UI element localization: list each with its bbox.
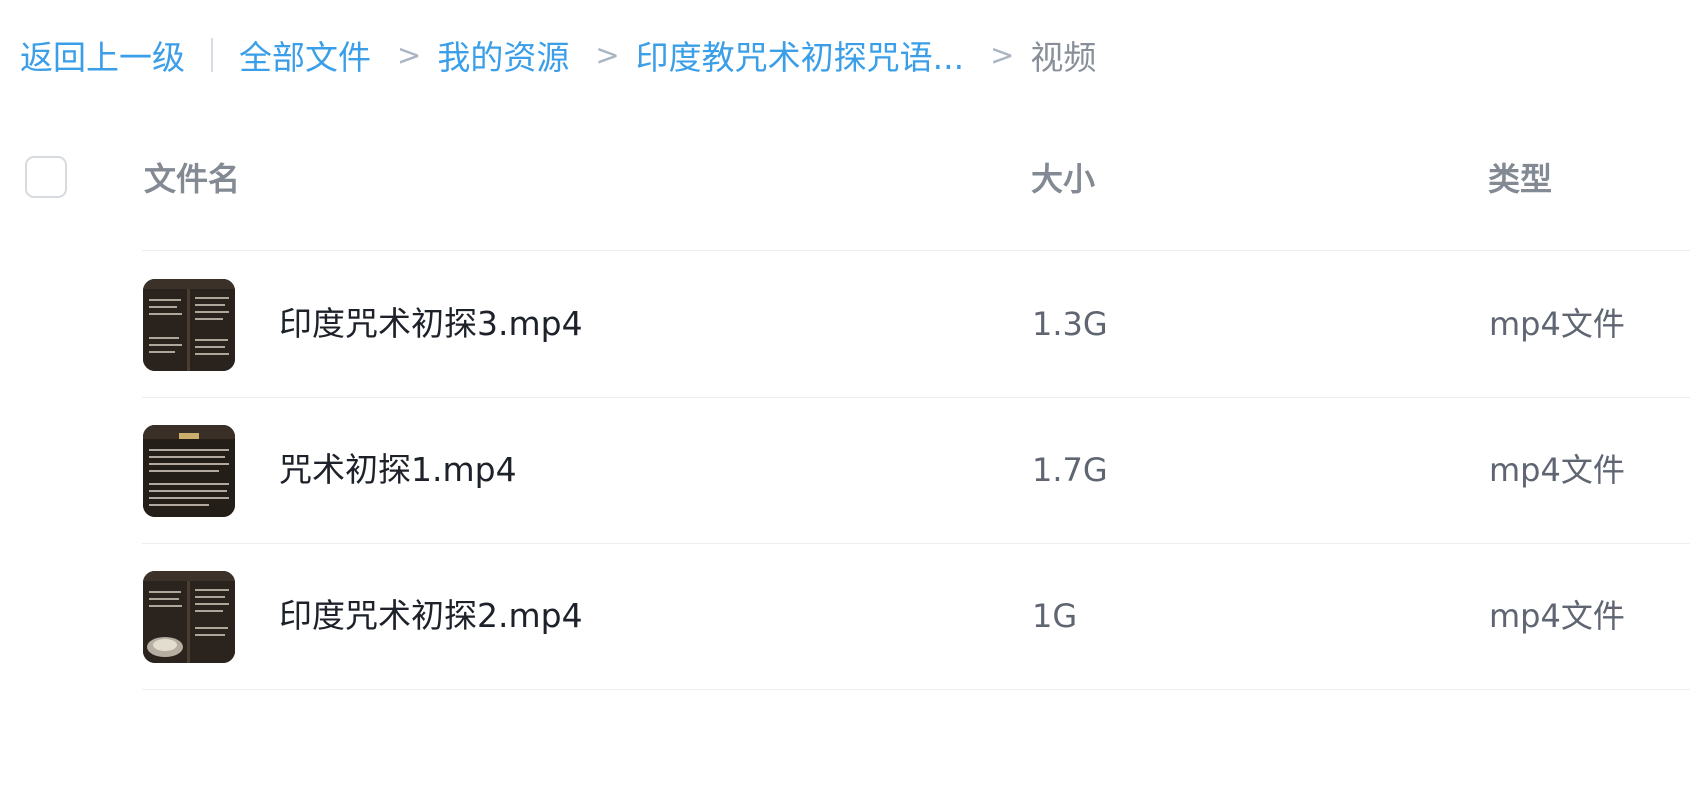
breadcrumb: 返回上一级 全部文件 > 我的资源 > 印度教咒术初探咒语... > 视频 xyxy=(20,30,1096,80)
breadcrumb-item-my-resources[interactable]: 我的资源 xyxy=(437,31,569,79)
file-type: mp4文件 xyxy=(1489,451,1625,489)
file-type: mp4文件 xyxy=(1489,305,1625,343)
breadcrumb-current: 视频 xyxy=(1030,38,1097,77)
column-header-size[interactable]: 大小 xyxy=(1031,150,1095,208)
breadcrumb-item-folder[interactable]: 印度教咒术初探咒语... xyxy=(636,31,964,79)
table-header: 文件名 大小 类型 xyxy=(0,150,1690,250)
column-header-type[interactable]: 类型 xyxy=(1488,150,1552,208)
video-thumbnail xyxy=(143,279,235,371)
select-all-checkbox[interactable] xyxy=(25,156,67,198)
breadcrumb-separator: > xyxy=(595,38,620,72)
file-size: 1.3G xyxy=(1032,305,1108,343)
table-row[interactable]: 印度咒术初探3.mp4 1.3G mp4文件 xyxy=(142,251,1690,397)
back-link[interactable]: 返回上一级 xyxy=(20,31,185,79)
video-thumbnail xyxy=(143,571,235,663)
column-header-name[interactable]: 文件名 xyxy=(144,150,240,208)
table-row[interactable]: 印度咒术初探2.mp4 1G mp4文件 xyxy=(142,543,1690,689)
table-divider xyxy=(142,689,1690,690)
breadcrumb-separator: > xyxy=(397,38,422,72)
file-size: 1G xyxy=(1032,597,1078,635)
breadcrumb-item-all-files[interactable]: 全部文件 xyxy=(239,31,371,79)
file-name[interactable]: 印度咒术初探2.mp4 xyxy=(279,543,583,689)
table-row[interactable]: 咒术初探1.mp4 1.7G mp4文件 xyxy=(142,397,1690,543)
file-name[interactable]: 印度咒术初探3.mp4 xyxy=(279,251,583,397)
file-size: 1.7G xyxy=(1032,451,1108,489)
video-thumbnail xyxy=(143,425,235,517)
file-type: mp4文件 xyxy=(1489,597,1625,635)
breadcrumb-divider xyxy=(211,38,213,72)
file-name[interactable]: 咒术初探1.mp4 xyxy=(279,397,517,543)
breadcrumb-separator: > xyxy=(990,38,1015,72)
file-browser: 返回上一级 全部文件 > 我的资源 > 印度教咒术初探咒语... > 视频 文件… xyxy=(0,0,1690,808)
